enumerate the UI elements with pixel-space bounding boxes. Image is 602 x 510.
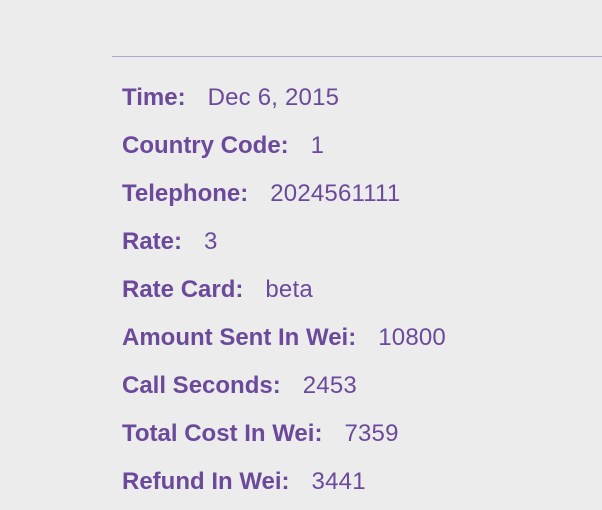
detail-label: Rate: bbox=[122, 228, 183, 255]
detail-value: 3 bbox=[204, 228, 218, 255]
detail-label: Country Code: bbox=[122, 132, 289, 159]
detail-value: 2453 bbox=[302, 372, 357, 399]
detail-row-total-cost: Total Cost In Wei: 7359 bbox=[122, 410, 446, 458]
detail-label: Rate Card: bbox=[122, 276, 244, 303]
detail-label: Total Cost In Wei: bbox=[122, 420, 323, 447]
detail-label: Time: bbox=[122, 84, 186, 111]
call-details-list: Time: Dec 6, 2015 Country Code: 1 Telephon… bbox=[122, 74, 446, 506]
detail-value: 7359 bbox=[344, 420, 399, 447]
detail-value: 10800 bbox=[378, 324, 446, 351]
detail-row-rate: Rate: 3 bbox=[122, 218, 446, 266]
detail-row-amount-sent: Amount Sent In Wei: 10800 bbox=[122, 314, 446, 362]
detail-value: 3441 bbox=[311, 468, 366, 495]
detail-row-country-code: Country Code: 1 bbox=[122, 122, 446, 170]
detail-row-call-seconds: Call Seconds: 2453 bbox=[122, 362, 446, 410]
detail-row-time: Time: Dec 6, 2015 bbox=[122, 74, 446, 122]
section-divider bbox=[112, 56, 602, 57]
detail-label: Telephone: bbox=[122, 180, 249, 207]
detail-label: Call Seconds: bbox=[122, 372, 281, 399]
detail-value: 2024561111 bbox=[270, 180, 401, 207]
detail-label: Amount Sent In Wei: bbox=[122, 324, 357, 351]
detail-value: 1 bbox=[310, 132, 325, 159]
detail-label: Refund In Wei: bbox=[122, 468, 290, 495]
detail-row-rate-card: Rate Card: beta bbox=[122, 266, 446, 314]
detail-row-refund: Refund In Wei: 3441 bbox=[122, 458, 446, 506]
detail-row-telephone: Telephone: 2024561111 bbox=[122, 170, 446, 218]
detail-value: beta bbox=[265, 276, 313, 303]
detail-value: Dec 6, 2015 bbox=[207, 84, 340, 111]
